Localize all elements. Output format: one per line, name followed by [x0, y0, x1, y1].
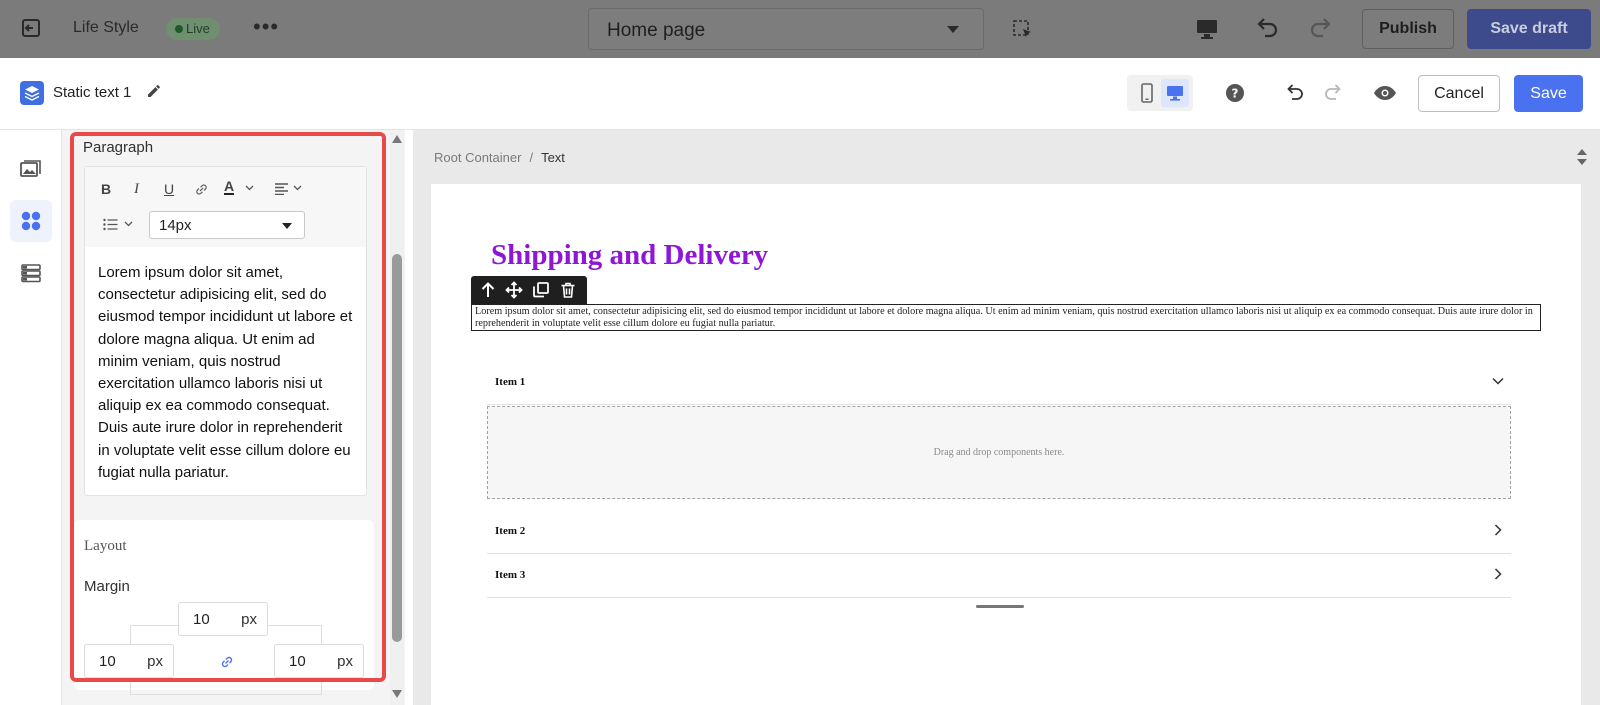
modal-header: Static text 1 ? Cancel Save: [0, 58, 1600, 130]
redo-icon[interactable]: [1309, 15, 1335, 41]
select-tool-icon[interactable]: [1012, 19, 1034, 41]
layers-icon: [20, 81, 44, 105]
live-badge-label: Live: [186, 21, 210, 36]
device-toggle: [1127, 75, 1193, 111]
left-rail: [0, 130, 62, 705]
panel-scrollbar[interactable]: [390, 130, 404, 705]
undo-icon[interactable]: [1253, 15, 1279, 41]
accordion-item-1[interactable]: Item 1: [487, 361, 1511, 405]
save-button[interactable]: Save: [1514, 75, 1583, 112]
chevron-right-icon: [1494, 568, 1502, 580]
delete-trash-icon[interactable]: [559, 281, 577, 299]
edit-pencil-icon[interactable]: [146, 83, 162, 99]
element-editor-modal: Static text 1 ? Cancel Save Paragraph B …: [0, 58, 1600, 705]
move-icon[interactable]: [505, 281, 523, 299]
desktop-preview-icon[interactable]: [1195, 18, 1219, 40]
selection-highlight-frame: [70, 132, 386, 682]
cancel-button[interactable]: Cancel: [1418, 75, 1500, 112]
page-select-value: Home page: [607, 20, 706, 41]
accordion-item-label: Item 3: [495, 569, 526, 581]
live-dot-icon: [175, 25, 183, 33]
chevron-right-icon: [1494, 524, 1502, 536]
sort-stepper-icon[interactable]: [1576, 148, 1588, 166]
accordion-item-3[interactable]: Item 3: [487, 554, 1511, 598]
desktop-icon: [1167, 86, 1183, 101]
settings-panel: Paragraph B I U A 14px Lorem ipsum dolor…: [62, 130, 405, 705]
selected-static-text[interactable]: Lorem ipsum dolor sit amet, consectetur …: [471, 304, 1541, 331]
dropzone[interactable]: Drag and drop components here.: [487, 406, 1511, 499]
desktop-device-button[interactable]: [1161, 79, 1189, 107]
eye-preview-icon[interactable]: [1373, 84, 1397, 102]
save-draft-button[interactable]: Save draft: [1467, 9, 1591, 49]
publish-button[interactable]: Publish: [1362, 9, 1454, 49]
duplicate-icon[interactable]: [532, 281, 550, 299]
live-status-badge: Live: [166, 18, 220, 40]
element-title: Static text 1: [53, 84, 132, 101]
rail-layers-button[interactable]: [10, 252, 52, 294]
image-gallery-icon: [20, 160, 41, 177]
components-icon: [21, 211, 41, 231]
scroll-down-icon[interactable]: [392, 690, 402, 698]
scroll-up-icon[interactable]: [392, 135, 402, 143]
exit-icon[interactable]: [20, 17, 42, 39]
page-canvas: Shipping and Delivery Lorem ipsum dolor …: [431, 184, 1581, 705]
site-name: Life Style: [73, 19, 139, 36]
chevron-down-icon: [1492, 377, 1504, 385]
top-bar: Life Style Live ••• Home page Publish Sa…: [0, 0, 1600, 58]
undo-icon[interactable]: [1283, 81, 1305, 103]
rail-media-button[interactable]: [10, 148, 52, 190]
rail-components-button[interactable]: [10, 200, 52, 242]
resize-handle[interactable]: [976, 605, 1024, 608]
mobile-icon[interactable]: [1133, 79, 1161, 107]
breadcrumb-current: Text: [541, 150, 565, 165]
dropzone-hint: Drag and drop components here.: [933, 447, 1065, 458]
move-up-icon[interactable]: [479, 281, 497, 299]
sections-list-icon: [21, 264, 41, 283]
breadcrumb: Root Container / Text: [434, 150, 565, 165]
breadcrumb-root[interactable]: Root Container: [434, 150, 521, 165]
help-icon[interactable]: ?: [1224, 82, 1246, 104]
page-select[interactable]: Home page: [588, 8, 984, 50]
page-heading[interactable]: Shipping and Delivery: [491, 239, 768, 272]
chevron-down-icon: [947, 26, 959, 33]
canvas-area: Root Container / Text Shipping and Deliver…: [413, 130, 1600, 705]
element-toolbar: [471, 276, 587, 304]
svg-text:?: ?: [1232, 87, 1239, 101]
breadcrumb-separator: /: [529, 150, 534, 165]
redo-icon[interactable]: [1323, 81, 1345, 103]
accordion-item-label: Item 2: [495, 525, 526, 537]
accordion-item-2[interactable]: Item 2: [487, 510, 1511, 554]
accordion-item-label: Item 1: [495, 376, 526, 388]
more-options-icon[interactable]: •••: [253, 16, 279, 38]
scroll-thumb[interactable]: [392, 254, 402, 642]
